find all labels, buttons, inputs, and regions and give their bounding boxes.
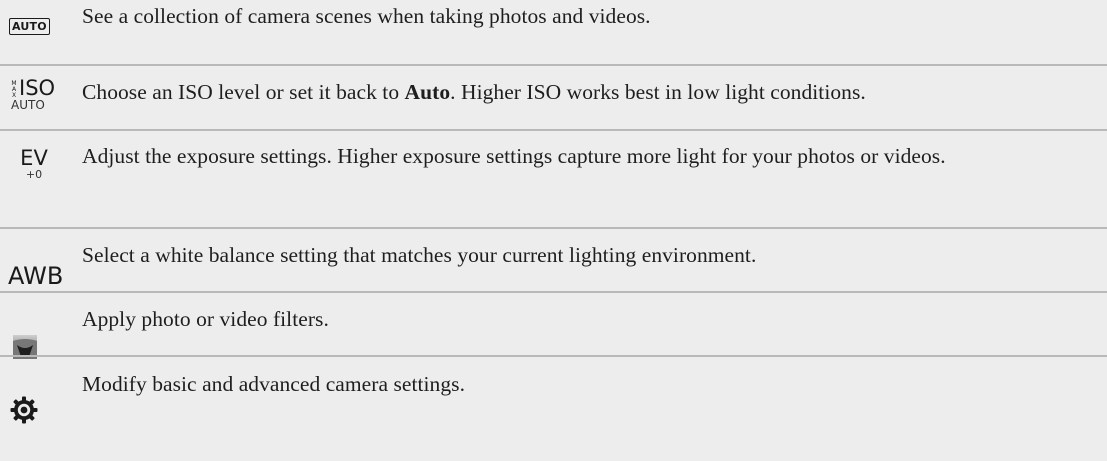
auto-scene-icon: AUTO bbox=[9, 18, 50, 35]
table-row: Select a white balance setting that matc… bbox=[0, 229, 1107, 291]
iso-label: ISO bbox=[19, 76, 56, 100]
exposure-icon: EV +0 bbox=[19, 146, 49, 181]
row-description: Apply photo or video filters. bbox=[82, 307, 329, 331]
row-description: See a collection of camera scenes when t… bbox=[82, 4, 651, 28]
table-row: Adjust the exposure settings. Higher exp… bbox=[0, 131, 1107, 227]
row-description: Adjust the exposure settings. Higher exp… bbox=[82, 144, 946, 168]
row-description: Choose an ISO level or set it back to Au… bbox=[82, 80, 866, 104]
table-row: AUTO See a collection of camera scenes w… bbox=[0, 0, 1107, 64]
table-row: Modify basic and advanced camera setting… bbox=[0, 357, 1107, 461]
table-row: Choose an ISO level or set it back to Au… bbox=[0, 66, 1107, 129]
ev-value-label: +0 bbox=[25, 168, 43, 181]
white-balance-icon: AWB bbox=[8, 262, 64, 290]
row-description: Modify basic and advanced camera setting… bbox=[82, 372, 465, 396]
gear-icon bbox=[10, 396, 38, 424]
ev-label: EV bbox=[20, 146, 48, 170]
camera-options-table: AUTO See a collection of camera scenes w… bbox=[0, 0, 1107, 461]
iso-auto-label: AUTO bbox=[11, 98, 45, 112]
table-row: Apply photo or video filters. bbox=[0, 293, 1107, 355]
row-description: Select a white balance setting that matc… bbox=[82, 243, 757, 267]
iso-max-label: MAX bbox=[11, 80, 17, 99]
